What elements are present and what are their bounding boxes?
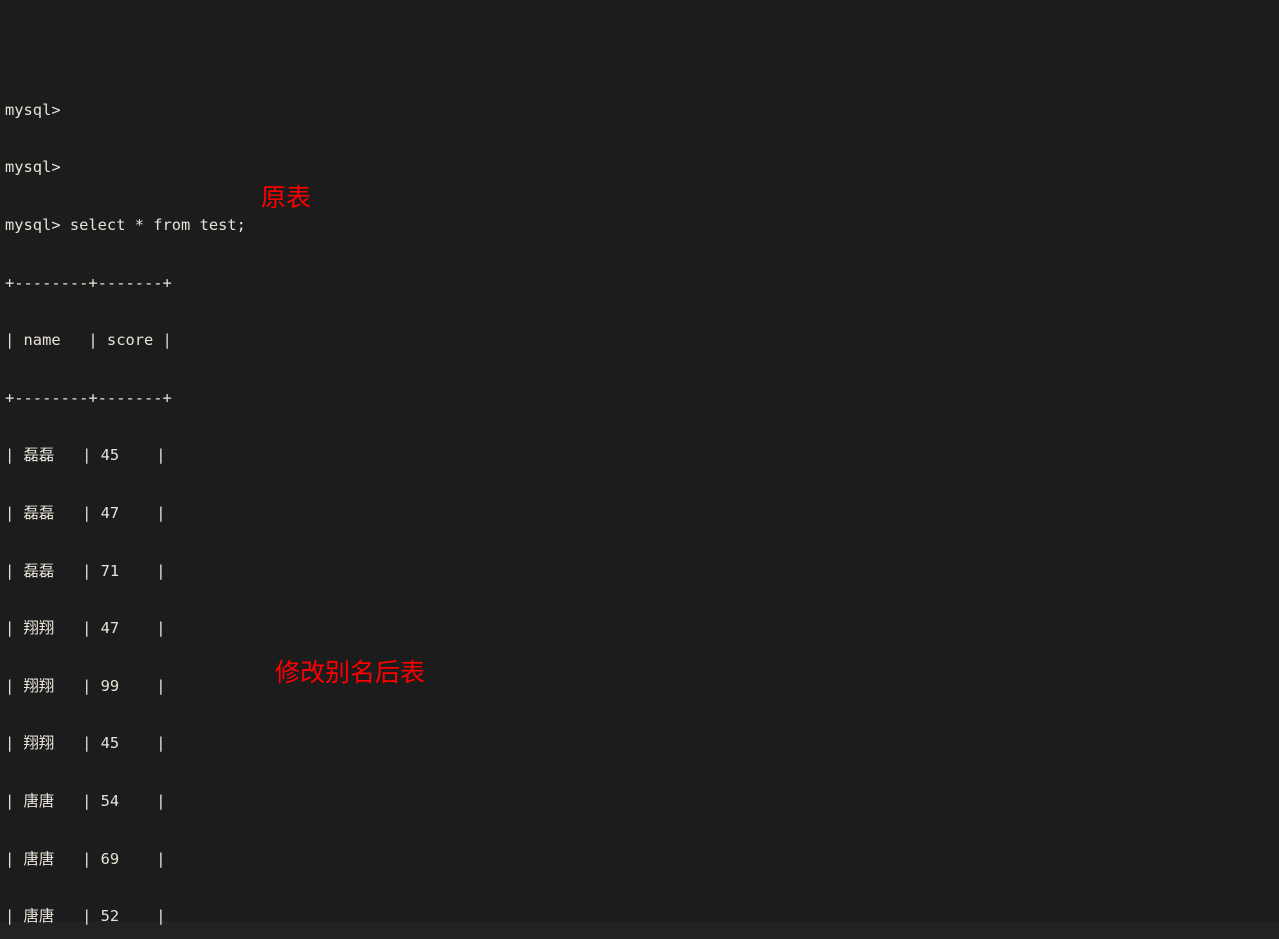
- table-separator-mid: +--------+-------+: [5, 388, 172, 407]
- table-separator-top: +--------+-------+: [5, 273, 172, 292]
- table-row: | 翔翔 | 47 |: [5, 619, 166, 638]
- table-row: | 翔翔 | 45 |: [5, 734, 166, 753]
- terminal-window: mysql> mysql> mysql> select * from test;…: [0, 0, 1279, 939]
- table-row: | 翔翔 | 99 |: [5, 676, 166, 695]
- table-row: | 磊磊 | 71 |: [5, 561, 166, 580]
- table-row: | 唐唐 | 54 |: [5, 791, 166, 810]
- terminal-output[interactable]: mysql> mysql> mysql> select * from test;…: [5, 24, 1275, 939]
- prompt-line: mysql>: [5, 100, 61, 119]
- table-row: | 磊磊 | 47 |: [5, 503, 166, 522]
- annotation-original-table: 原表: [261, 183, 312, 212]
- table-header-row: | name | score |: [5, 331, 172, 350]
- prompt-line: mysql>: [5, 158, 61, 177]
- table-row: | 唐唐 | 69 |: [5, 849, 166, 868]
- table-row: | 唐唐 | 52 |: [5, 907, 166, 926]
- sql-command-select-all: mysql> select * from test;: [5, 216, 246, 234]
- table-row: | 磊磊 | 45 |: [5, 446, 166, 465]
- annotation-aliased-table: 修改别名后表: [275, 658, 426, 687]
